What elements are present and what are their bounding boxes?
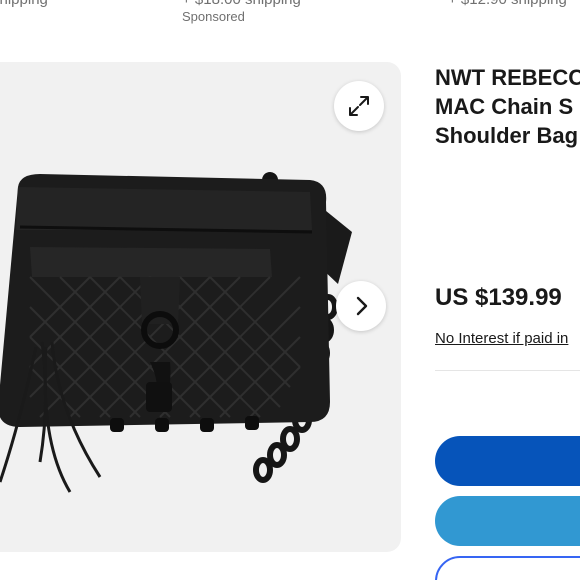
prev-item-shipping: shipping xyxy=(0,0,48,8)
prev-item-shipping: + $18.00 shipping xyxy=(182,0,301,8)
prev-item-shipping: + $12.90 shipping xyxy=(448,0,567,8)
expand-arrows-icon xyxy=(349,96,369,116)
sponsored-label: Sponsored xyxy=(182,9,245,24)
item-price: US $139.99 xyxy=(435,284,562,311)
add-to-cart-button[interactable] xyxy=(435,496,580,546)
product-image-gallery[interactable] xyxy=(0,62,401,552)
buy-it-now-button[interactable] xyxy=(435,436,580,486)
listing-title-line: Shoulder Bag xyxy=(435,123,579,148)
next-image-button[interactable] xyxy=(336,281,386,331)
listing-title-line: MAC Chain S xyxy=(435,94,574,119)
divider xyxy=(435,370,580,371)
listing-title-line: NWT REBECCA xyxy=(435,65,580,90)
chevron-right-icon xyxy=(356,296,368,316)
expand-image-button[interactable] xyxy=(334,81,384,131)
financing-link[interactable]: No Interest if paid in xyxy=(435,330,568,347)
listing-page: shipping + $18.00 shipping Sponsored + $… xyxy=(0,0,580,580)
add-to-watchlist-button[interactable] xyxy=(435,556,580,580)
listing-title: NWT REBECCA MAC Chain S Shoulder Bag xyxy=(435,63,580,150)
